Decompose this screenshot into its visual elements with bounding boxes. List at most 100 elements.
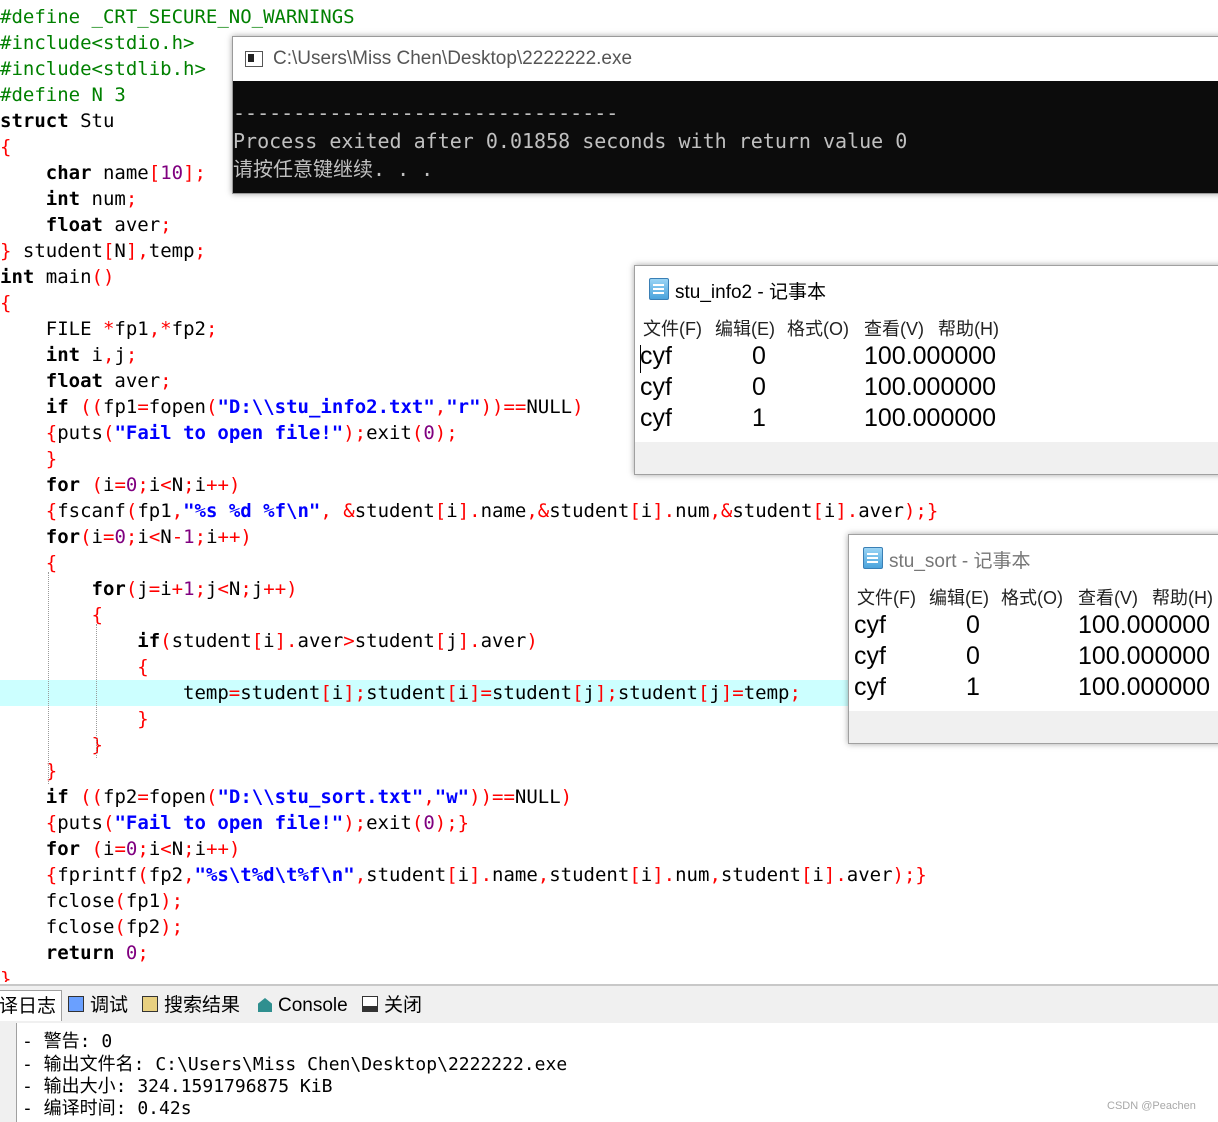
code-token: ++)	[206, 474, 241, 496]
code-token: );	[434, 422, 458, 444]
code-line[interactable]: if ((fp2=fopen("D:\\stu_sort.txt","w"))=…	[0, 784, 1218, 810]
code-token: i	[103, 474, 115, 496]
code-line[interactable]: return 0;	[0, 940, 1218, 966]
code-token: ];	[594, 682, 618, 704]
console-line: Process exited after 0.01858 seconds wit…	[233, 129, 908, 153]
console-line: --------------------------------	[233, 101, 619, 125]
code-token: i	[80, 344, 103, 366]
code-token: {	[45, 500, 58, 522]
code-line[interactable]: fclose(fp1);	[0, 888, 1218, 914]
code-token: #define N 3	[0, 84, 126, 106]
code-line[interactable]: } student[N],temp;	[0, 238, 1218, 264]
code-token: puts	[57, 812, 103, 834]
code-token: ;	[137, 474, 149, 496]
code-line[interactable]: for (i=0;i<N;i++)	[0, 836, 1218, 862]
menu-view[interactable]: 查看(V)	[1078, 584, 1138, 610]
tab-search-results[interactable]: 搜索结果	[142, 990, 240, 1020]
menu-file[interactable]: 文件(F)	[643, 315, 702, 341]
search-results-icon	[142, 996, 158, 1012]
tab-console[interactable]: Console	[258, 990, 348, 1020]
code-token: 1	[183, 526, 195, 548]
code-token: [	[434, 500, 447, 522]
row-name: cyf	[640, 373, 672, 401]
code-line[interactable]: {fprintf(fp2,"%s\t%d\t%f\n",student[i].n…	[0, 862, 1218, 888]
code-token: [	[434, 630, 447, 652]
code-line[interactable]: fclose(fp2);	[0, 914, 1218, 940]
code-token: j	[114, 344, 126, 366]
code-line[interactable]: }	[0, 966, 1218, 982]
code-token: ];	[183, 162, 206, 184]
tab-label: 搜索结果	[164, 994, 241, 1016]
code-token: j	[446, 630, 458, 652]
code-token: =	[137, 786, 149, 808]
code-token: i	[206, 526, 218, 548]
menu-help[interactable]: 帮助(H)	[1152, 584, 1213, 610]
code-line[interactable]: float aver;	[0, 212, 1218, 238]
notepad-menu-bar: 文件(F) 编辑(E) 格式(O) 查看(V) 帮助(H)	[849, 579, 1218, 611]
notepad-title: stu_sort - 记事本	[889, 551, 1031, 572]
code-token: [	[697, 682, 710, 704]
code-token: *	[102, 318, 115, 340]
code-token: i	[263, 630, 275, 652]
tab-close[interactable]: 关闭	[362, 990, 422, 1020]
menu-file[interactable]: 文件(F)	[857, 584, 916, 610]
code-token: ;	[137, 942, 149, 964]
code-token: fp2	[148, 864, 184, 886]
notepad-title-bar[interactable]: stu_info2 - 记事本	[635, 266, 1218, 310]
code-token: }	[45, 448, 58, 470]
watermark: CSDN @Peachen	[1107, 1100, 1196, 1112]
code-line[interactable]: {fscanf(fp1,"%s %d %f\n", &student[i].na…	[0, 498, 1218, 524]
menu-format[interactable]: 格式(O)	[787, 315, 849, 341]
code-token: ))==	[469, 786, 515, 808]
code-token: ,	[423, 786, 435, 808]
console-icon	[258, 998, 272, 1012]
code-token: ,*	[148, 318, 172, 340]
code-token: ;	[160, 214, 172, 236]
notepad-window-stu-sort[interactable]: stu_sort - 记事本 文件(F) 编辑(E) 格式(O) 查看(V) 帮…	[848, 534, 1218, 744]
code-token: j	[251, 578, 264, 600]
code-token: return	[45, 942, 115, 964]
code-line[interactable]: for (i=0;i<N;i++)	[0, 472, 1218, 498]
menu-edit[interactable]: 编辑(E)	[929, 584, 989, 610]
code-token: =	[114, 838, 126, 860]
code-token: ].	[823, 864, 847, 886]
compile-log-pane[interactable]: - 警告: 0 - 输出文件名: C:\Users\Miss Chen\Desk…	[0, 1023, 1218, 1122]
code-token: );}	[903, 500, 939, 522]
notepad-window-stu-info2[interactable]: stu_info2 - 记事本 文件(F) 编辑(E) 格式(O) 查看(V) …	[634, 265, 1218, 475]
code-token: "r"	[446, 396, 481, 418]
tab-debug[interactable]: 调试	[68, 990, 128, 1020]
notepad-text-area[interactable]: cyf 0 100.000000 cyf 0 100.000000 cyf 1 …	[635, 342, 1218, 442]
code-token: )	[572, 396, 584, 418]
menu-edit[interactable]: 编辑(E)	[715, 315, 775, 341]
code-line[interactable]: #define _CRT_SECURE_NO_WARNINGS	[0, 4, 1218, 30]
console-title-bar[interactable]: C:\Users\Miss Chen\Desktop\2222222.exe	[233, 37, 1218, 81]
tab-compile-log[interactable]: 译日志	[0, 990, 62, 1021]
code-token: {	[45, 552, 58, 574]
code-token: "D:\\stu_info2.txt"	[217, 396, 435, 418]
console-window[interactable]: C:\Users\Miss Chen\Desktop\2222222.exe -…	[232, 36, 1218, 194]
code-token: >	[343, 630, 355, 652]
console-output[interactable]: -------------------------------- Process…	[233, 81, 1218, 193]
code-token: fopen	[148, 396, 206, 418]
menu-format[interactable]: 格式(O)	[1001, 584, 1063, 610]
code-token: ].	[652, 500, 676, 522]
code-token: student	[240, 682, 321, 704]
code-token: exit	[366, 812, 412, 834]
notepad-text-area[interactable]: cyf 0 100.000000 cyf 0 100.000000 cyf 1 …	[849, 611, 1218, 711]
code-token: if	[45, 786, 69, 808]
code-line[interactable]: {puts("Fail to open file!");exit(0);}	[0, 810, 1218, 836]
menu-help[interactable]: 帮助(H)	[938, 315, 999, 341]
notepad-title-bar[interactable]: stu_sort - 记事本	[849, 535, 1218, 579]
code-token: fp2	[171, 318, 206, 340]
menu-view[interactable]: 查看(V)	[864, 315, 924, 341]
code-token: [	[812, 500, 824, 522]
code-line[interactable]: }	[0, 758, 1218, 784]
code-token: [	[572, 682, 584, 704]
code-token: N	[228, 578, 241, 600]
code-token: );}	[892, 864, 927, 886]
